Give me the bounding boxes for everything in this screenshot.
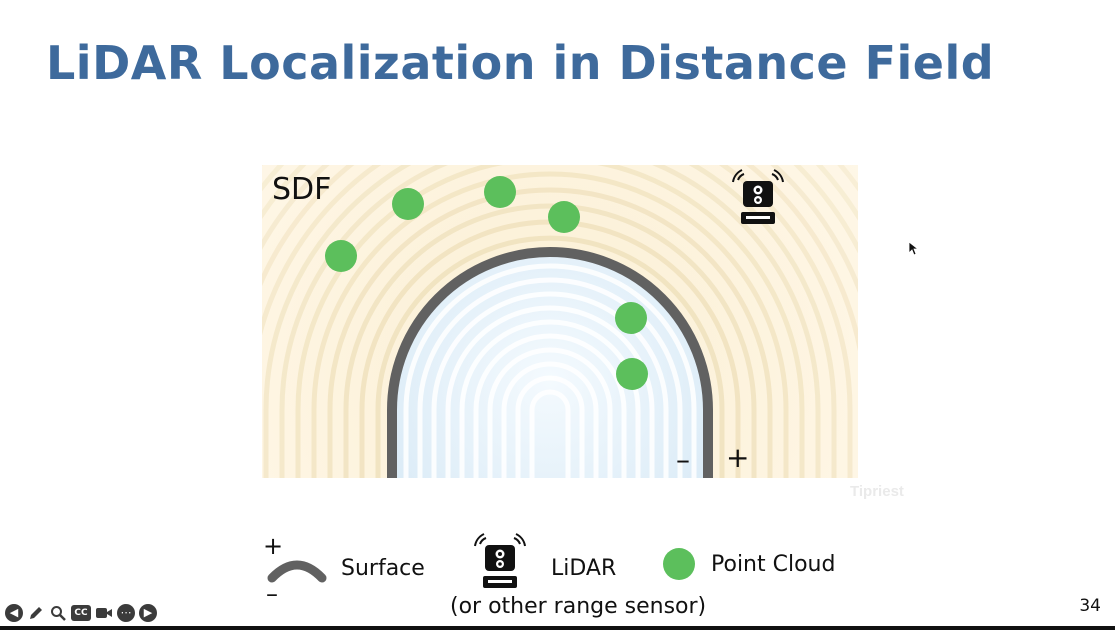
inside-sign: – bbox=[676, 443, 690, 476]
back-icon[interactable]: ◀ bbox=[5, 604, 23, 622]
presentation-toolbar: ◀ CC ⋯ ▶ bbox=[5, 604, 157, 622]
more-icon[interactable]: ⋯ bbox=[117, 604, 135, 622]
legend-minus-sign: – bbox=[266, 580, 278, 608]
legend-surface-label: Surface bbox=[341, 556, 425, 581]
bottom-bar bbox=[0, 626, 1115, 630]
point-cloud-point bbox=[325, 240, 357, 272]
page-number: 34 bbox=[1079, 596, 1101, 616]
pointcloud-legend-icon bbox=[663, 548, 695, 580]
point-cloud-point bbox=[616, 358, 648, 390]
legend-plus-sign: + bbox=[263, 532, 284, 560]
zoom-icon[interactable] bbox=[49, 604, 67, 622]
mouse-cursor-icon bbox=[909, 242, 919, 256]
cc-icon[interactable]: CC bbox=[71, 605, 91, 621]
sdf-figure bbox=[262, 165, 858, 588]
lidar-legend-icon bbox=[474, 533, 526, 588]
legend-pointcloud-label: Point Cloud bbox=[711, 552, 836, 577]
point-cloud-point bbox=[615, 302, 647, 334]
forward-icon[interactable]: ▶ bbox=[139, 604, 157, 622]
sdf-label: SDF bbox=[272, 172, 332, 207]
legend-lidar-note: (or other range sensor) bbox=[450, 594, 707, 619]
legend-lidar-label: LiDAR bbox=[551, 556, 617, 581]
outside-sign: + bbox=[726, 441, 750, 474]
point-cloud-point bbox=[392, 188, 424, 220]
watermark: Tipriest bbox=[850, 483, 904, 500]
point-cloud-point bbox=[484, 176, 516, 208]
surface-legend-icon bbox=[267, 560, 327, 583]
camera-icon[interactable] bbox=[95, 604, 113, 622]
point-cloud-point bbox=[548, 201, 580, 233]
pen-icon[interactable] bbox=[27, 604, 45, 622]
